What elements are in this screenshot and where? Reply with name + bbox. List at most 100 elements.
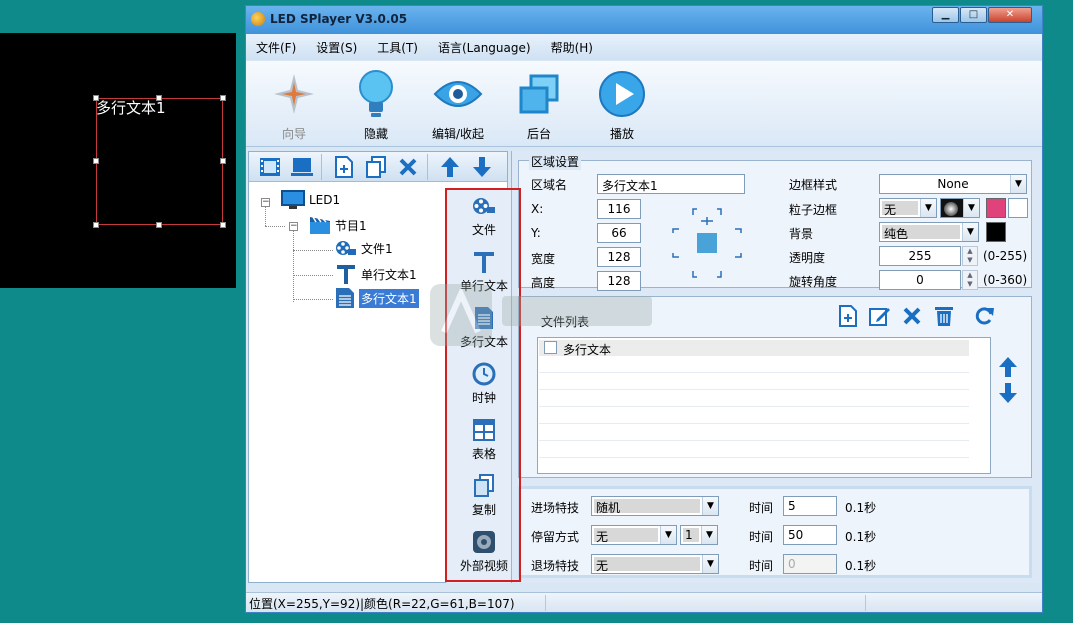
background-color-swatch[interactable]: [986, 222, 1006, 242]
list-move-up-icon[interactable]: [999, 357, 1017, 380]
list-item[interactable]: 多行文本: [539, 340, 969, 357]
resize-handle[interactable]: [93, 158, 99, 164]
add-program-icon[interactable]: [291, 156, 313, 178]
led-preview-canvas[interactable]: 多行文本1: [0, 33, 236, 288]
chevron-down-icon: ▼: [920, 199, 936, 217]
collapse-led-toggle[interactable]: −: [261, 198, 270, 207]
enter-time-label: 时间: [749, 501, 774, 515]
hide-button[interactable]: 隐藏: [341, 69, 411, 142]
tree-item-program[interactable]: 节目1: [309, 215, 367, 235]
particle-glow-icon: [944, 202, 958, 216]
menu-settings[interactable]: 设置(S): [316, 39, 357, 56]
area-name-input[interactable]: 多行文本1: [597, 174, 745, 194]
list-move-down-icon[interactable]: [999, 383, 1017, 406]
stay-time-input[interactable]: 50: [783, 525, 837, 545]
minimize-button[interactable]: ▁: [932, 7, 959, 23]
maximize-button[interactable]: □: [960, 7, 987, 23]
enter-time-unit: 0.1秒: [845, 501, 877, 515]
checkbox[interactable]: [544, 341, 557, 354]
status-cell-3: [866, 595, 1042, 611]
width-input[interactable]: 128: [597, 247, 641, 267]
new-file-icon[interactable]: [333, 156, 355, 178]
tree-item-multi-text[interactable]: 多行文本1: [335, 287, 419, 309]
menu-file[interactable]: 文件(F): [256, 39, 296, 56]
effects-group: 进场特技 随机 ▼ 时间 5 0.1秒 停留方式 无 ▼ 1 ▼ 时间 50 0…: [518, 486, 1032, 578]
strip-add-table[interactable]: 表格: [447, 417, 521, 462]
move-down-icon[interactable]: [471, 156, 493, 178]
rotation-label: 旋转角度: [789, 275, 838, 289]
wizard-button[interactable]: 向导: [259, 69, 329, 142]
background-dropdown[interactable]: 纯色 ▼: [879, 222, 979, 242]
particle-border-dropdown[interactable]: 无 ▼: [879, 198, 937, 218]
enter-effect-dropdown[interactable]: 随机 ▼: [591, 496, 719, 516]
x-input[interactable]: 116: [597, 199, 641, 219]
file-list[interactable]: 多行文本: [537, 337, 991, 474]
delete-icon[interactable]: [901, 305, 923, 327]
border-color-swatch[interactable]: [986, 198, 1006, 218]
rotation-spinner[interactable]: ▲ ▼: [962, 270, 978, 290]
resize-handle[interactable]: [220, 158, 226, 164]
status-bar: 位置(X=255,Y=92)|颜色(R=22,G=61,B=107): [246, 592, 1042, 612]
copy-icon[interactable]: [365, 156, 387, 178]
rotation-input[interactable]: 0: [879, 270, 961, 290]
menu-tools[interactable]: 工具(T): [377, 39, 418, 56]
exit-effect-dropdown[interactable]: 无 ▼: [591, 554, 719, 574]
particle-style-dropdown[interactable]: ▼: [940, 198, 980, 218]
text-t-icon: [337, 265, 355, 284]
exit-time-input: 0: [783, 554, 837, 574]
play-button[interactable]: 播放: [587, 69, 657, 142]
move-up-icon[interactable]: [439, 156, 461, 178]
strip-add-file[interactable]: 文件: [447, 193, 521, 238]
exit-time-unit: 0.1秒: [845, 559, 877, 573]
opacity-input[interactable]: 255: [879, 246, 961, 266]
add-item-strip: 文件 单行文本 多行文本 时钟 表格 复制 外部视频: [446, 189, 520, 583]
add-screen-icon[interactable]: [259, 156, 281, 178]
tree-item-file[interactable]: 文件1: [335, 239, 393, 257]
height-input[interactable]: 128: [597, 271, 641, 291]
resize-handle[interactable]: [156, 222, 162, 228]
add-file-icon[interactable]: [837, 305, 859, 327]
strip-add-multi-text[interactable]: 多行文本: [447, 305, 521, 350]
collapse-program-toggle[interactable]: −: [289, 222, 298, 231]
strip-add-clock[interactable]: 时钟: [447, 361, 521, 406]
stay-time-unit: 0.1秒: [845, 530, 877, 544]
film-reel-icon: [336, 241, 356, 255]
external-video-icon: [471, 529, 497, 555]
trash-icon[interactable]: [933, 305, 955, 327]
alignment-widget[interactable]: [671, 207, 743, 279]
background-button[interactable]: 后台: [504, 69, 574, 142]
edit-collapse-button[interactable]: 编辑/收起: [423, 69, 493, 142]
resize-handle[interactable]: [220, 222, 226, 228]
resize-handle[interactable]: [93, 95, 99, 101]
close-button[interactable]: ✕: [988, 7, 1032, 23]
border-style-dropdown[interactable]: None ▼: [879, 174, 1027, 194]
border-color-2-swatch[interactable]: [1008, 198, 1028, 218]
strip-add-single-text[interactable]: 单行文本: [447, 249, 521, 294]
clock-icon: [471, 361, 497, 387]
file-list-group: 文件列表 多行文本: [518, 296, 1032, 478]
tree-item-led[interactable]: LED1: [281, 190, 340, 210]
area-settings-group: 区域设置 区域名 多行文本1 X: 116 Y: 66 宽度 128 高度 12…: [518, 153, 1032, 291]
resize-handle[interactable]: [93, 222, 99, 228]
tree-item-single-text[interactable]: 单行文本1: [335, 263, 417, 285]
delete-icon[interactable]: [397, 156, 419, 178]
stay-count-dropdown[interactable]: 1 ▼: [680, 525, 718, 545]
menu-help[interactable]: 帮助(H): [551, 39, 593, 56]
eye-icon: [433, 69, 483, 119]
resize-handle[interactable]: [220, 95, 226, 101]
strip-external-video[interactable]: 外部视频: [447, 529, 521, 574]
resize-handle[interactable]: [156, 95, 162, 101]
edit-icon[interactable]: [869, 305, 891, 327]
refresh-icon[interactable]: [973, 305, 995, 327]
rotation-range-label: (0-360): [983, 273, 1028, 287]
enter-time-input[interactable]: 5: [783, 496, 837, 516]
stay-time-label: 时间: [749, 530, 774, 544]
opacity-spinner[interactable]: ▲ ▼: [962, 246, 978, 266]
strip-copy[interactable]: 复制: [447, 473, 521, 518]
properties-panel: 区域设置 区域名 多行文本1 X: 116 Y: 66 宽度 128 高度 12…: [511, 151, 1041, 583]
stay-mode-dropdown[interactable]: 无 ▼: [591, 525, 677, 545]
menu-language[interactable]: 语言(Language): [438, 39, 531, 56]
title-bar[interactable]: LED SPlayer V3.0.05 ▁ □ ✕: [246, 6, 1042, 34]
y-input[interactable]: 66: [597, 223, 641, 243]
file-list-title: 文件列表: [541, 315, 590, 329]
